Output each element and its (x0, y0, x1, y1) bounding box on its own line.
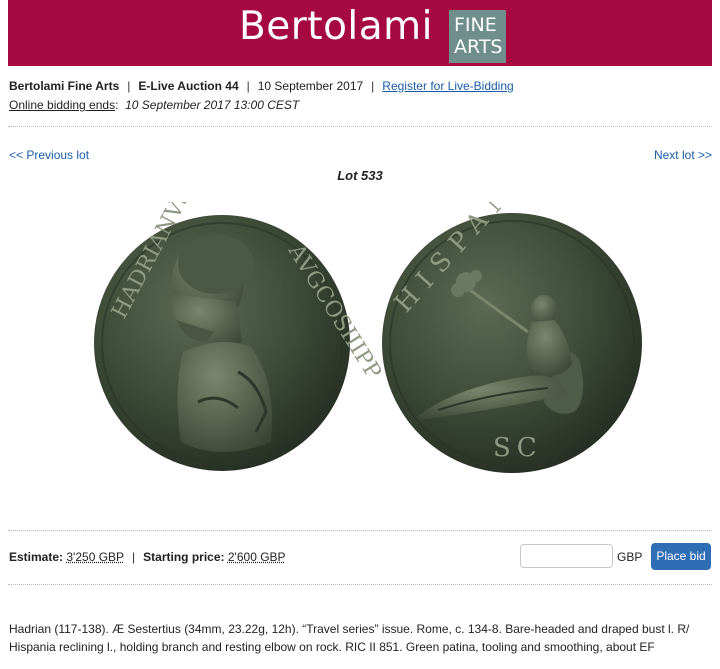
currency-label: GBP (617, 550, 643, 564)
header-banner: Bertolami FINE ARTS (8, 0, 712, 66)
lot-title: Lot 533 (337, 168, 383, 183)
divider (8, 584, 712, 585)
bidding-ends-label: Online bidding ends (9, 98, 116, 112)
reverse-exergue: SC (493, 433, 543, 463)
starting-price-label: Starting price: (143, 550, 225, 564)
divider (8, 530, 712, 531)
separator: | (371, 79, 375, 93)
auction-info-line: Bertolami Fine Arts | E-Live Auction 44 | 10… (9, 78, 514, 94)
estimate-row: Estimate: 3'250 GBP | Starting price: 2'60… (9, 550, 286, 564)
separator: | (127, 79, 131, 93)
starting-price-value: 2'600 GBP (227, 550, 286, 564)
estimate-value: 3'250 GBP (66, 550, 125, 564)
coin-reverse: HISPANIA SC (382, 202, 642, 473)
coin-image[interactable]: HADRIANVS AVGCOSIIIPP HISPANIA SC (88, 202, 658, 484)
estimate-label: Estimate: (9, 550, 64, 564)
separator: | (132, 550, 136, 564)
bidding-ends-value: 10 September 2017 13:00 CEST (125, 98, 300, 112)
brand-logo-box: FINE ARTS (449, 10, 506, 63)
coin-obverse: HADRIANVS AVGCOSIIIPP (94, 202, 386, 471)
brand-logo-text: Bertolami (239, 4, 433, 49)
bidding-ends-line: Online bidding ends: 10 September 2017 1… (9, 98, 300, 112)
place-bid-button[interactable]: Place bid (651, 543, 711, 570)
brand-box-line2: ARTS (454, 36, 503, 58)
auction-house: Bertolami Fine Arts (9, 79, 120, 93)
auction-name: E-Live Auction 44 (138, 79, 239, 93)
bid-amount-input[interactable] (520, 544, 613, 568)
separator: | (246, 79, 250, 93)
divider (8, 126, 712, 127)
next-lot-link[interactable]: Next lot >> (654, 148, 712, 162)
register-live-bidding-link[interactable]: Register for Live-Bidding (382, 79, 513, 93)
auction-date: 10 September 2017 (257, 79, 364, 93)
lot-description: Hadrian (117-138). Æ Sestertius (34mm, 2… (9, 622, 690, 654)
brand-box-line1: FINE (454, 14, 497, 36)
previous-lot-link[interactable]: << Previous lot (9, 148, 89, 162)
